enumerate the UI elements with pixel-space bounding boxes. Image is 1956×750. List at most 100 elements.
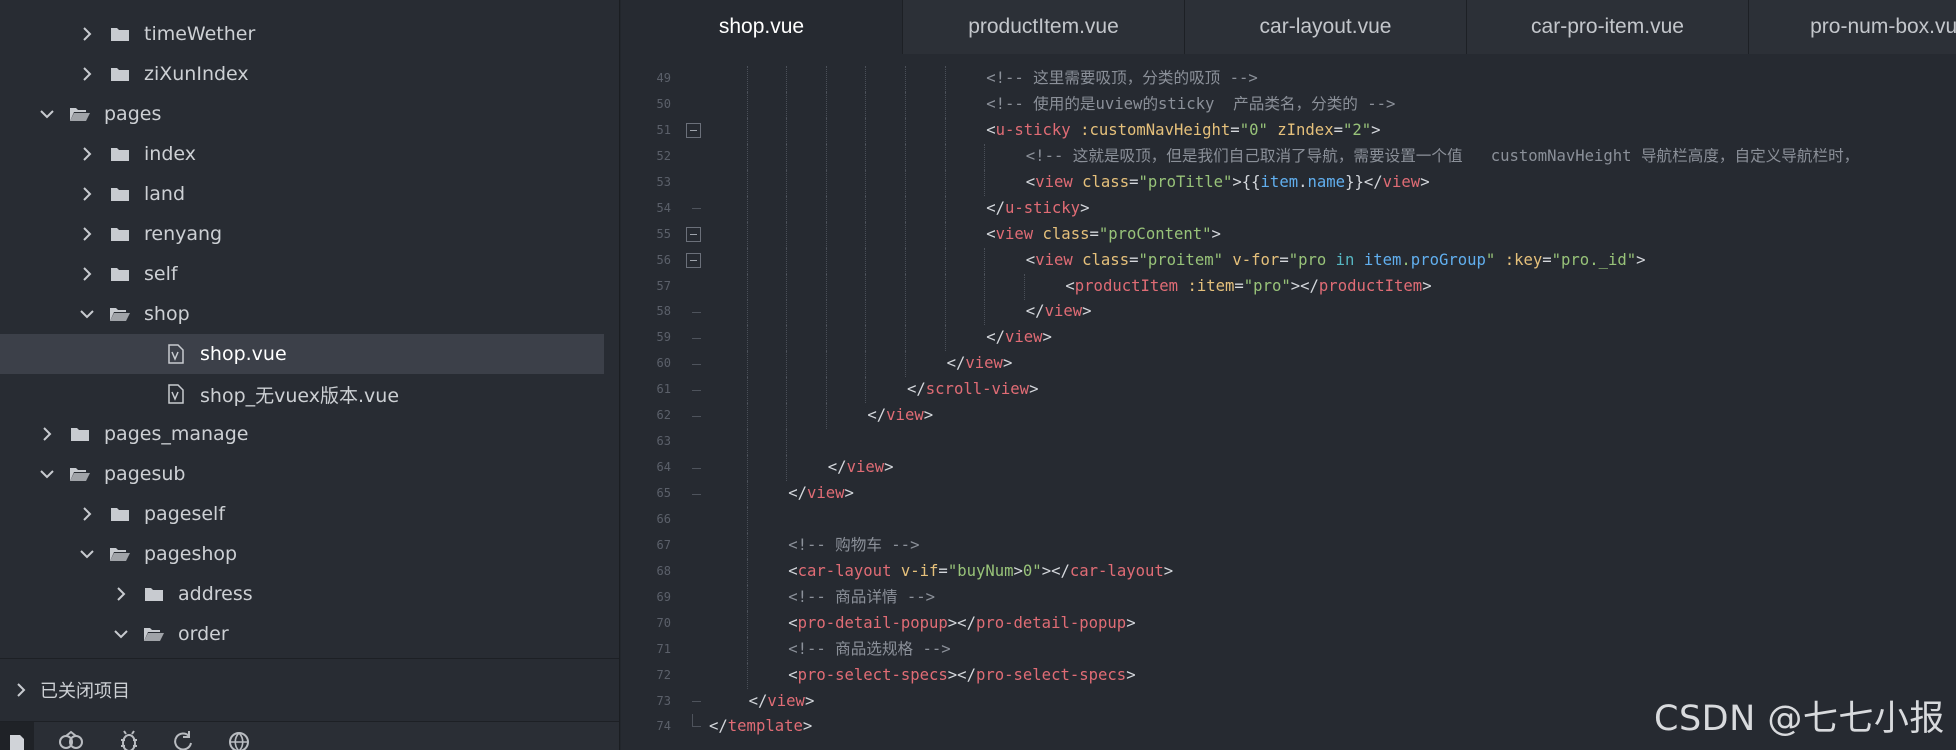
- indent-guide: [825, 351, 827, 378]
- chevron-down-icon[interactable]: [36, 103, 58, 125]
- fold-range-marker: [685, 377, 701, 403]
- code-token: pro-select-specs: [975, 665, 1127, 684]
- chevron-right-icon[interactable]: [36, 423, 58, 445]
- tree-folder-item[interactable]: self: [0, 254, 604, 294]
- code-text: </view>: [749, 689, 815, 715]
- line-number: 61: [656, 382, 671, 397]
- chevron-down-icon[interactable]: [76, 543, 98, 565]
- globe-icon[interactable]: [224, 728, 254, 750]
- chevron-right-icon[interactable]: [76, 223, 98, 245]
- chevron-right-icon[interactable]: [76, 63, 98, 85]
- editor-tab-bar: shop.vue productItem.vue car-layout.vue car…: [621, 0, 1956, 54]
- code-token: </: [748, 691, 768, 710]
- editor-tab[interactable]: productItem.vue: [903, 0, 1185, 54]
- folder-icon: [108, 62, 132, 86]
- indent-guide: [905, 66, 906, 92]
- tree-folder-item[interactable]: pagesub: [0, 454, 604, 494]
- tree-folder-item[interactable]: order: [0, 614, 604, 654]
- tree-folder-item[interactable]: pageself: [0, 494, 604, 534]
- indent-guide: [825, 169, 827, 196]
- editor-tab[interactable]: car-pro-item.vue: [1467, 0, 1749, 54]
- code-token: </: [986, 198, 1005, 217]
- file-explorer-sidebar: timeWether ziXunIndex pages index land renyan…: [0, 0, 620, 750]
- indent-guide: [944, 66, 946, 92]
- code-text: </view>: [828, 455, 894, 481]
- tree-folder-item[interactable]: land: [0, 174, 604, 214]
- code-line: 49 <!-- 这里需要吸顶，分类的吸顶 -->: [621, 66, 1956, 92]
- files-icon[interactable]: [0, 722, 34, 750]
- tree-folder-item[interactable]: pages: [0, 94, 604, 134]
- line-number: 74: [656, 719, 671, 734]
- editor-tab[interactable]: shop.vue: [621, 0, 903, 54]
- tree-item-label: ziXunIndex: [144, 63, 249, 85]
- indent-guide: [865, 221, 867, 248]
- tree-folder-item[interactable]: renyang: [0, 214, 604, 254]
- tree-folder-item[interactable]: index: [0, 134, 604, 174]
- code-token: <!-- 这就是吸顶，但是我们自己取消了导航，需要设置一个值 customNav…: [1025, 146, 1860, 165]
- sidebar-bottom-toolbar: [0, 721, 619, 750]
- indent-guide: [905, 143, 906, 170]
- code-text: </view>: [947, 351, 1013, 377]
- tree-folder-item[interactable]: address: [0, 574, 604, 614]
- line-number: 49: [656, 71, 671, 85]
- folder-icon: [108, 502, 132, 526]
- indent-guide: [786, 403, 788, 430]
- editor-tab[interactable]: car-layout.vue: [1185, 0, 1467, 54]
- line-number: 70: [656, 615, 671, 630]
- closed-projects-header[interactable]: 已关闭项目: [0, 658, 619, 721]
- bug-icon[interactable]: [114, 728, 144, 750]
- code-text: <!-- 商品详情 -->: [788, 585, 935, 611]
- chevron-down-icon[interactable]: [36, 463, 58, 485]
- tree-folder-item[interactable]: shop: [0, 294, 604, 334]
- tree-folder-item[interactable]: pages_manage: [0, 414, 604, 454]
- code-token: >: [844, 484, 854, 502]
- tree-folder-item[interactable]: timeWether: [0, 14, 604, 54]
- fold-toggle-icon[interactable]: [685, 222, 701, 248]
- chevron-right-icon[interactable]: [76, 263, 98, 285]
- chevron-right-icon[interactable]: [76, 183, 98, 205]
- tree-file-item[interactable]: shop_无vuex版本.vue: [0, 374, 604, 414]
- code-line: 72 <pro-select-specs></pro-select-specs>: [621, 662, 1956, 689]
- chevron-right-icon[interactable]: [76, 143, 98, 165]
- fold-toggle-icon[interactable]: [685, 118, 701, 144]
- line-number: 60: [656, 356, 671, 371]
- fold-range-marker: [685, 689, 701, 715]
- chevron-right-icon[interactable]: [76, 503, 98, 525]
- refresh-icon[interactable]: [168, 728, 198, 750]
- indent-guide: [865, 169, 867, 196]
- indent-guide: [746, 584, 748, 611]
- code-token: .: [1298, 172, 1308, 191]
- code-token: zIndex: [1277, 120, 1334, 139]
- code-token: <: [986, 224, 996, 243]
- tree-file-item[interactable]: shop.vue: [0, 334, 604, 374]
- tree-folder-item[interactable]: ziXunIndex: [0, 54, 604, 94]
- editor-tab[interactable]: pro-num-box.vue: [1749, 0, 1956, 54]
- chevron-down-icon[interactable]: [110, 623, 132, 645]
- plugin-icon[interactable]: [56, 728, 86, 750]
- indent-guide: [746, 506, 748, 533]
- tree-item-label: renyang: [144, 223, 223, 245]
- indent-guide: [786, 169, 788, 196]
- chevron-right-icon[interactable]: [76, 23, 98, 45]
- chevron-right-icon[interactable]: [110, 583, 132, 605]
- code-token: >: [1002, 354, 1013, 373]
- code-token: view: [1035, 172, 1073, 191]
- indent-guide: [786, 143, 788, 170]
- code-text: </view>: [1026, 299, 1092, 325]
- code-token: name: [1307, 172, 1346, 191]
- indent-guide: [944, 91, 946, 118]
- project-tree: timeWether ziXunIndex pages index land renyan…: [0, 14, 604, 658]
- code-token: productItem: [1074, 276, 1179, 295]
- code-area[interactable]: 49 <!-- 这里需要吸顶，分类的吸顶 --> 50 <!-- 使用的是uview的…: [621, 66, 1956, 750]
- indent-guide: [746, 662, 748, 689]
- code-token: <: [788, 613, 798, 632]
- chevron-right-icon: [10, 679, 32, 701]
- chevron-down-icon[interactable]: [76, 303, 98, 325]
- indent-guide: [984, 247, 986, 274]
- tree-folder-item[interactable]: pageshop: [0, 534, 604, 574]
- code-text: <pro-detail-popup></pro-detail-popup>: [788, 611, 1135, 637]
- indent-guide: [746, 117, 748, 144]
- fold-toggle-icon[interactable]: [685, 248, 701, 274]
- fold-range-marker: [685, 196, 701, 222]
